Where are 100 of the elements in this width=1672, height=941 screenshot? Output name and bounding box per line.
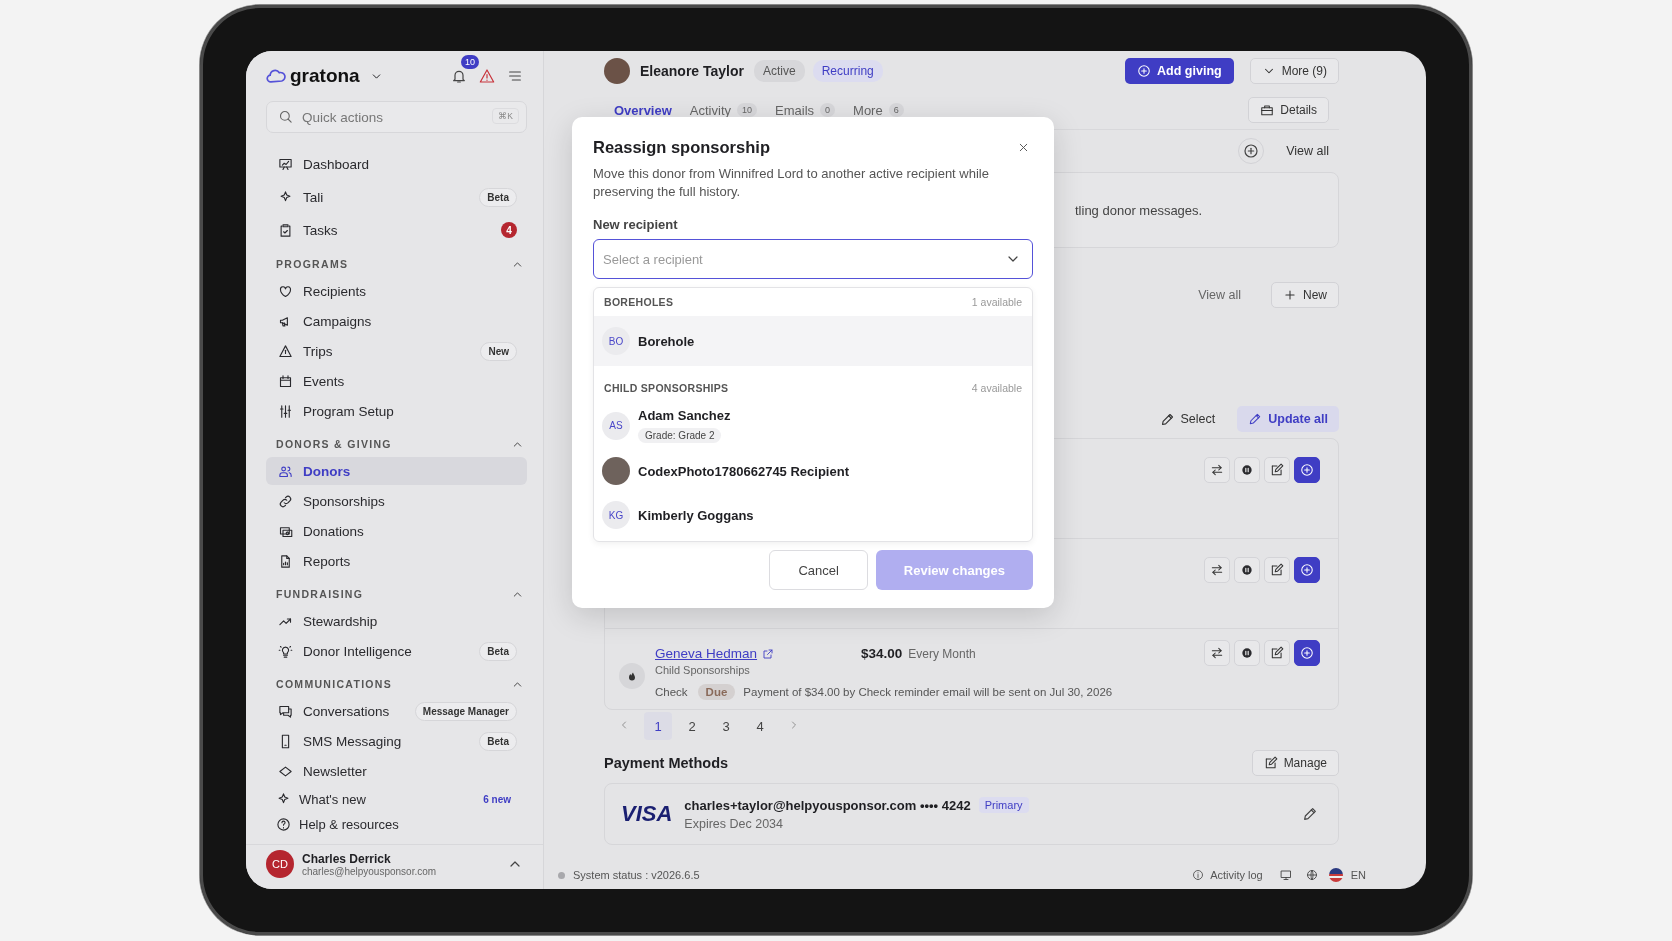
photo-placeholder [602,457,630,485]
tab[interactable]: Overview [614,102,672,118]
shortcut-key: ⌘K [492,108,519,124]
edit-button[interactable] [1264,457,1290,483]
select-button[interactable]: Select [1149,411,1226,427]
nav-item[interactable]: Donors [266,457,527,485]
tab[interactable]: Emails 0 [775,102,836,118]
tab[interactable]: Activity 10 [689,102,757,118]
nav-badge: Message Manager [414,701,517,721]
nav-item[interactable]: Conversations Message Manager [266,697,527,725]
nav-item[interactable]: Sponsorships [266,487,527,515]
field-label: New recipient [593,217,679,232]
add-button[interactable] [1294,557,1320,583]
recipient-option[interactable]: CodexPhoto1780662745 Recipient [594,449,1032,493]
monitor-icon [1279,869,1292,881]
view-all-link[interactable]: View all [1188,288,1251,302]
nav-item[interactable]: Help & resources [266,813,527,836]
lightbulb-icon [278,643,293,659]
notes-text: tling donor messages. [1075,202,1203,218]
section-heading: COMMUNICATIONS [276,678,392,690]
recipient-name: Borehole [638,333,695,349]
brand-name: gratona [290,65,360,87]
group-heading: BOREHOLES [604,296,674,308]
globe-icon [1305,869,1318,881]
nav-item[interactable]: What's new 6 new [266,788,527,811]
recipient-link[interactable]: Geneva Hedman [655,646,775,661]
cancel-button[interactable]: Cancel [769,550,868,590]
recipient-option[interactable]: KG Kimberly Goggans [594,493,1032,537]
recipient-name: CodexPhoto1780662745 Recipient [638,463,849,479]
reassign-button[interactable] [1204,640,1230,666]
initials-avatar: KG [602,501,630,529]
briefcase-icon [1260,103,1275,117]
nav-item[interactable]: SMS Messaging Beta [266,727,527,755]
nav-item[interactable]: Program Setup [266,397,527,425]
system-status: System status : v2026.6.5 [573,869,700,881]
external-link-icon [762,647,775,660]
nav-badge: Beta [479,731,517,751]
recipient-name: Adam Sanchez [638,408,731,423]
pause-button[interactable] [1234,557,1260,583]
nav-item[interactable]: Tali Beta [266,182,527,212]
nav-item[interactable]: Donations [266,517,527,545]
nav-item[interactable]: Campaigns [266,307,527,335]
add-button[interactable] [1294,457,1320,483]
nav-item[interactable]: Events [266,367,527,395]
chat-bubbles-icon [278,703,293,719]
notification-count: 10 [461,55,479,69]
status-tag: Due [697,684,736,700]
pause-icon [1240,646,1254,660]
nav-item[interactable]: Stewardship [266,607,527,635]
more-button[interactable]: More (9) [1249,58,1339,84]
help-icon [276,817,291,832]
menu-icon [507,68,523,84]
flag-icon [1328,868,1343,882]
frequency: Every Month [908,647,976,661]
pause-icon [1240,563,1254,577]
payment-method: Check [655,686,688,698]
update-count-label: 6 new [483,794,512,805]
recipient-option[interactable]: AS Adam Sanchez Grade: Grade 2 [594,402,1032,449]
update-all-button[interactable]: Update all [1237,406,1339,432]
recipient-option[interactable]: BO Borehole [594,316,1032,366]
recipient-select[interactable]: Select a recipient [593,239,1033,279]
program-name: Child Sponsorships [655,664,751,676]
pause-button[interactable] [1234,457,1260,483]
search-icon [278,109,293,124]
pencil-icon [1159,411,1175,427]
nav-item[interactable]: Newsletter [266,757,527,785]
nav-item[interactable]: Tasks 4 [266,215,527,245]
page-button[interactable]: 3 [712,712,740,740]
nav-item[interactable]: Recipients [266,277,527,305]
tab-count: 10 [737,103,757,117]
edit-button[interactable] [1264,557,1290,583]
swap-icon [1210,646,1224,660]
reassign-button[interactable] [1204,457,1230,483]
edit-button[interactable] [1264,640,1290,666]
available-count: 4 available [971,382,1022,394]
diamond-icon [278,763,293,779]
page-button[interactable]: 2 [678,712,706,740]
manage-button[interactable]: Manage [1251,750,1339,776]
nav-item[interactable]: Reports [266,547,527,575]
heart-icon [278,283,293,299]
add-button[interactable] [1294,640,1320,666]
page-button[interactable]: 1 [644,712,672,740]
section-title: Payment Methods [604,755,729,771]
edit-icon [1263,756,1278,770]
users-icon [278,463,293,479]
page-button[interactable]: 4 [746,712,774,740]
nav-item[interactable]: Donor Intelligence Beta [266,637,527,665]
reassign-button[interactable] [1204,557,1230,583]
status-tag: Recurring [812,60,883,82]
tab[interactable]: More 6 [853,102,904,118]
initials-avatar: BO [602,327,630,355]
activity-log-link[interactable]: Activity log [1186,869,1269,881]
details-button[interactable]: Details [1248,97,1329,123]
nav-item[interactable]: Dashboard [266,149,527,179]
view-all-link[interactable]: View all [1276,144,1339,158]
pause-button[interactable] [1234,640,1260,666]
new-button[interactable]: New [1271,282,1339,308]
card-brand-logo: VISA [621,801,673,827]
nav-item[interactable]: Trips New [266,337,527,365]
add-giving-button[interactable]: Add giving [1125,58,1234,84]
